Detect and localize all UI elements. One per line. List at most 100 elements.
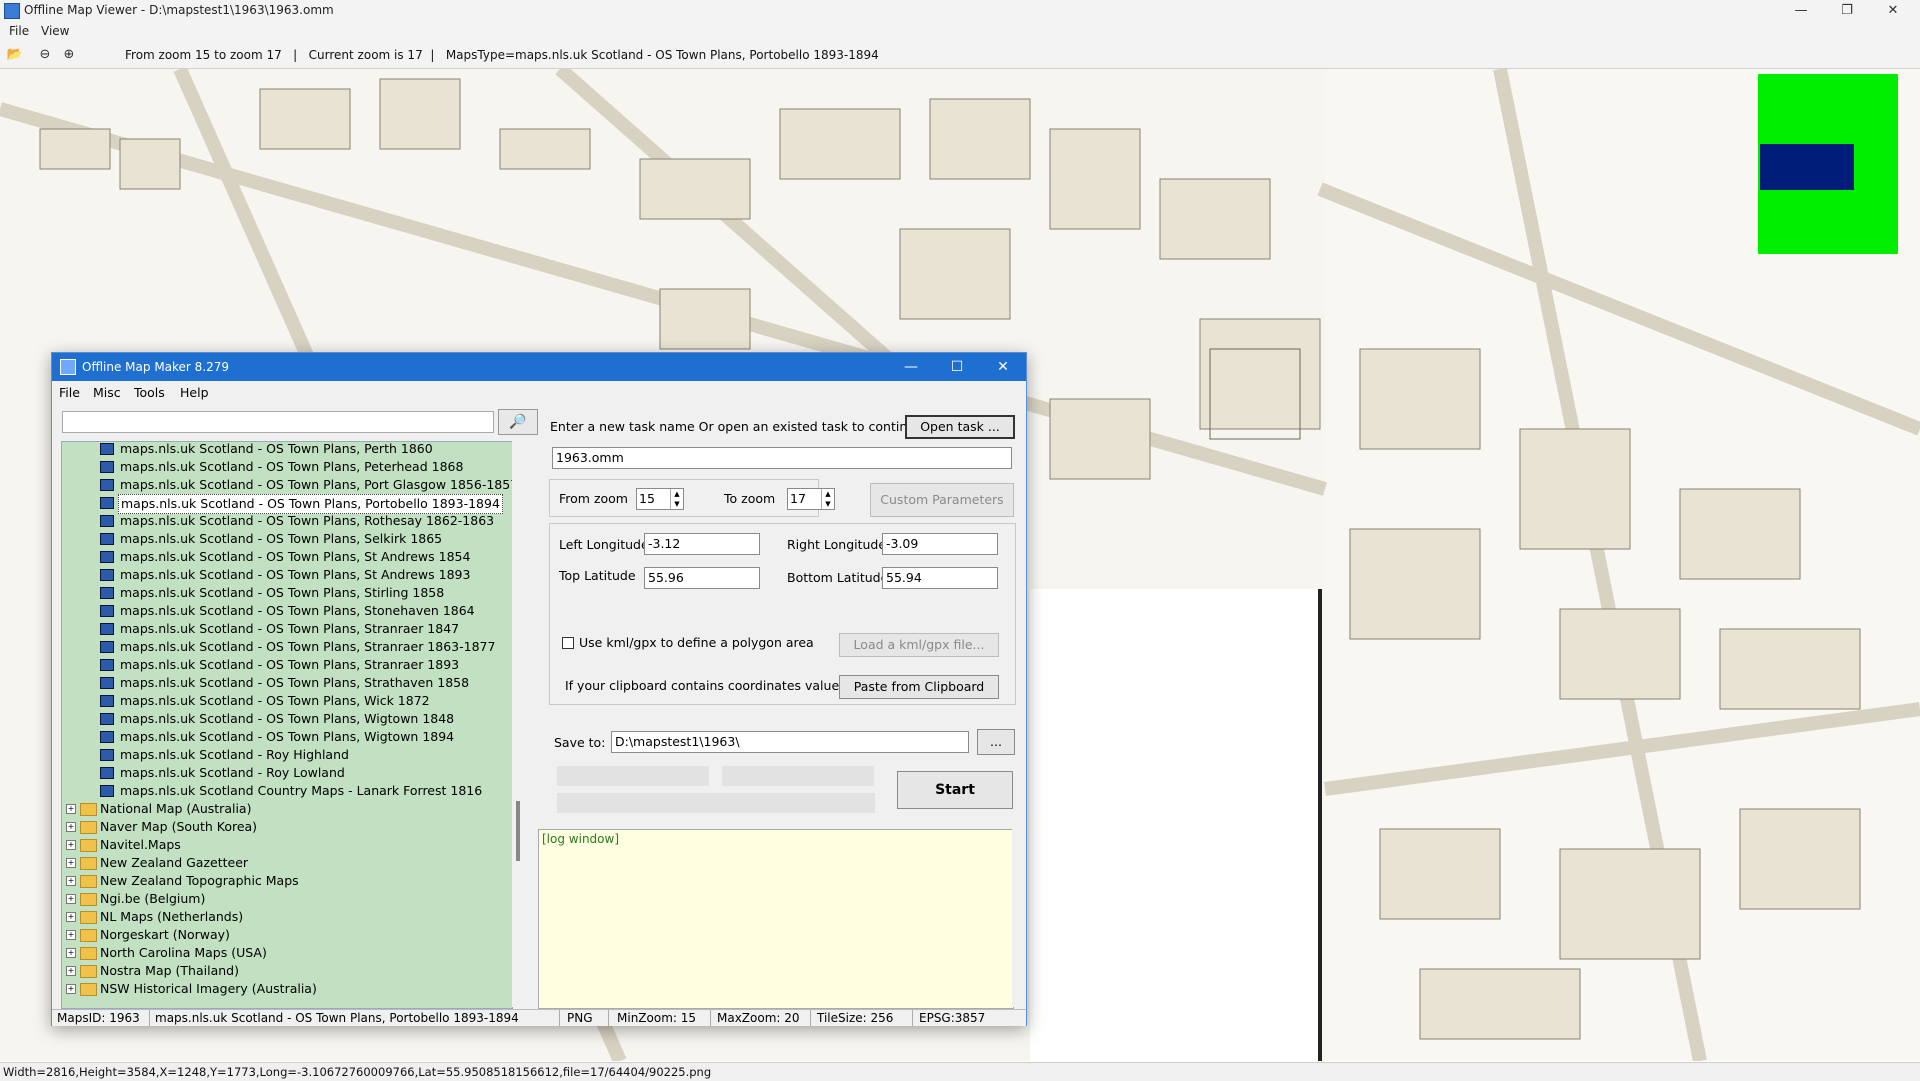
expand-icon[interactable]: + (66, 858, 76, 868)
dialog-menu-misc[interactable]: Misc (93, 385, 121, 400)
expand-icon[interactable]: + (66, 894, 76, 904)
dialog-menu-bar: File Misc Tools Help (52, 381, 1026, 403)
map-search-input[interactable] (62, 411, 494, 433)
viewer-status-bar: Width=2816,Height=3584,X=1248,Y=1773,Lon… (0, 1062, 1920, 1081)
dialog-minimize-button[interactable]: — (888, 353, 934, 381)
menu-view[interactable]: View (41, 24, 69, 38)
dialog-close-button[interactable]: ✕ (980, 353, 1026, 381)
open-task-button[interactable]: Open task ... (905, 415, 1015, 439)
dialog-menu-help[interactable]: Help (180, 385, 209, 400)
zoom-out-icon[interactable]: ⊖ (36, 46, 54, 64)
search-icon[interactable]: 🔎 (498, 409, 538, 435)
open-folder-icon[interactable]: 📂 (6, 46, 24, 64)
expand-icon[interactable]: + (66, 876, 76, 886)
expand-icon[interactable]: + (66, 984, 76, 994)
tree-map-item-label: maps.nls.uk Scotland Country Maps - Lana… (120, 783, 483, 798)
map-icon (100, 749, 114, 761)
left-longitude-input[interactable]: -3.12 (644, 533, 760, 555)
expand-icon[interactable]: + (66, 912, 76, 922)
folder-icon (80, 803, 97, 816)
kml-checkbox-label: Use kml/gpx to define a polygon area (579, 635, 814, 650)
viewer-title: Offline Map Viewer - D:\mapstest1\1963\1… (24, 3, 334, 17)
expand-icon[interactable]: + (66, 930, 76, 940)
log-scrollbar[interactable] (1012, 829, 1026, 1007)
dialog-menu-file[interactable]: File (59, 385, 80, 400)
from-zoom-label: From zoom (559, 491, 628, 506)
map-icon (100, 479, 114, 491)
folder-icon (80, 857, 97, 870)
from-zoom-spinner[interactable]: 15 ▲ ▼ (636, 488, 684, 510)
tree-folder-label: Nostra Map (Thailand) (100, 963, 239, 978)
tree-map-item-label: maps.nls.uk Scotland - OS Town Plans, Wi… (120, 711, 455, 726)
start-button[interactable]: Start (897, 771, 1013, 809)
top-latitude-input[interactable]: 55.96 (644, 567, 760, 589)
folder-icon (80, 875, 97, 888)
map-icon (100, 569, 114, 581)
from-zoom-down-icon[interactable]: ▼ (670, 499, 683, 509)
expand-icon[interactable]: + (66, 804, 76, 814)
folder-icon (80, 893, 97, 906)
save-to-input[interactable]: D:\mapstest1\1963\ (611, 731, 969, 753)
expand-icon[interactable]: + (66, 822, 76, 832)
task-name-input[interactable]: 1963.omm (552, 447, 1012, 469)
dialog-maximize-button[interactable]: ☐ (934, 353, 980, 381)
tree-map-item-label: maps.nls.uk Scotland - Roy Lowland (120, 765, 345, 780)
status-map-name: maps.nls.uk Scotland - OS Town Plans, Po… (155, 1011, 519, 1025)
map-icon (100, 767, 114, 779)
map-type-tree[interactable]: maps.nls.uk Scotland - OS Town Plans, Pe… (61, 441, 513, 1009)
dialog-menu-tools[interactable]: Tools (134, 385, 165, 400)
expand-icon[interactable]: + (66, 840, 76, 850)
paste-from-clipboard-button[interactable]: Paste from Clipboard (839, 675, 999, 699)
browse-button[interactable]: ... (977, 729, 1015, 755)
task-prompt: Enter a new task name Or open an existed… (550, 419, 928, 434)
menu-file[interactable]: File (9, 24, 29, 38)
restore-button[interactable]: ❐ (1824, 0, 1870, 22)
kml-checkbox[interactable] (562, 637, 574, 649)
minimize-button[interactable]: — (1778, 0, 1824, 22)
tree-map-item-label: maps.nls.uk Scotland - OS Town Plans, Po… (120, 477, 513, 492)
custom-parameters-button[interactable]: Custom Parameters (870, 483, 1014, 517)
status-epsg: EPSG:3857 (919, 1011, 986, 1025)
status-maps-id: MapsID: 1963 (57, 1011, 140, 1025)
viewer-title-bar: Offline Map Viewer - D:\mapstest1\1963\1… (0, 0, 1920, 22)
tree-map-item-label: maps.nls.uk Scotland - OS Town Plans, St… (120, 603, 475, 618)
tree-folder-label: Norgeskart (Norway) (100, 927, 230, 942)
tree-folder-label: Navitel.Maps (100, 837, 181, 852)
tree-map-item-label: maps.nls.uk Scotland - OS Town Plans, Se… (120, 531, 443, 546)
to-zoom-up-icon[interactable]: ▲ (821, 489, 834, 499)
status-max-zoom: MaxZoom: 20 (717, 1011, 800, 1025)
app-icon (4, 3, 20, 19)
from-zoom-up-icon[interactable]: ▲ (670, 489, 683, 499)
close-button[interactable]: ✕ (1870, 0, 1916, 22)
left-longitude-label: Left Longitude (559, 537, 649, 552)
map-icon (100, 605, 114, 617)
zoom-in-icon[interactable]: ⊕ (60, 46, 78, 64)
to-zoom-down-icon[interactable]: ▼ (821, 499, 834, 509)
folder-icon (80, 911, 97, 924)
expand-icon[interactable]: + (66, 966, 76, 976)
bottom-latitude-input[interactable]: 55.94 (882, 567, 998, 589)
overview-viewport[interactable] (1760, 144, 1854, 190)
map-icon (100, 443, 114, 455)
tree-folder-label: NL Maps (Netherlands) (100, 909, 244, 924)
load-kml-button[interactable]: Load a kml/gpx file... (839, 633, 999, 657)
folder-icon (80, 947, 97, 960)
status-min-zoom: MinZoom: 15 (617, 1011, 697, 1025)
folder-icon (80, 839, 97, 852)
tree-scrollbar[interactable] (512, 441, 526, 1007)
folder-icon (80, 965, 97, 978)
expand-icon[interactable]: + (66, 948, 76, 958)
right-longitude-input[interactable]: -3.09 (882, 533, 998, 555)
log-text: [log window] (542, 832, 619, 846)
dialog-app-icon (60, 359, 76, 375)
map-icon (100, 533, 114, 545)
right-longitude-label: Right Longitude (787, 537, 887, 552)
to-zoom-spinner[interactable]: 17 ▲ ▼ (787, 488, 835, 510)
top-latitude-label: Top Latitude (559, 568, 636, 583)
bottom-latitude-label: Bottom Latitude (787, 570, 889, 585)
map-icon (100, 551, 114, 563)
overview-minimap[interactable] (1758, 74, 1898, 254)
dialog-title-bar: Offline Map Maker 8.279 — ☐ ✕ (52, 353, 1026, 381)
log-window[interactable]: [log window] (538, 829, 1014, 1009)
map-icon (100, 515, 114, 527)
